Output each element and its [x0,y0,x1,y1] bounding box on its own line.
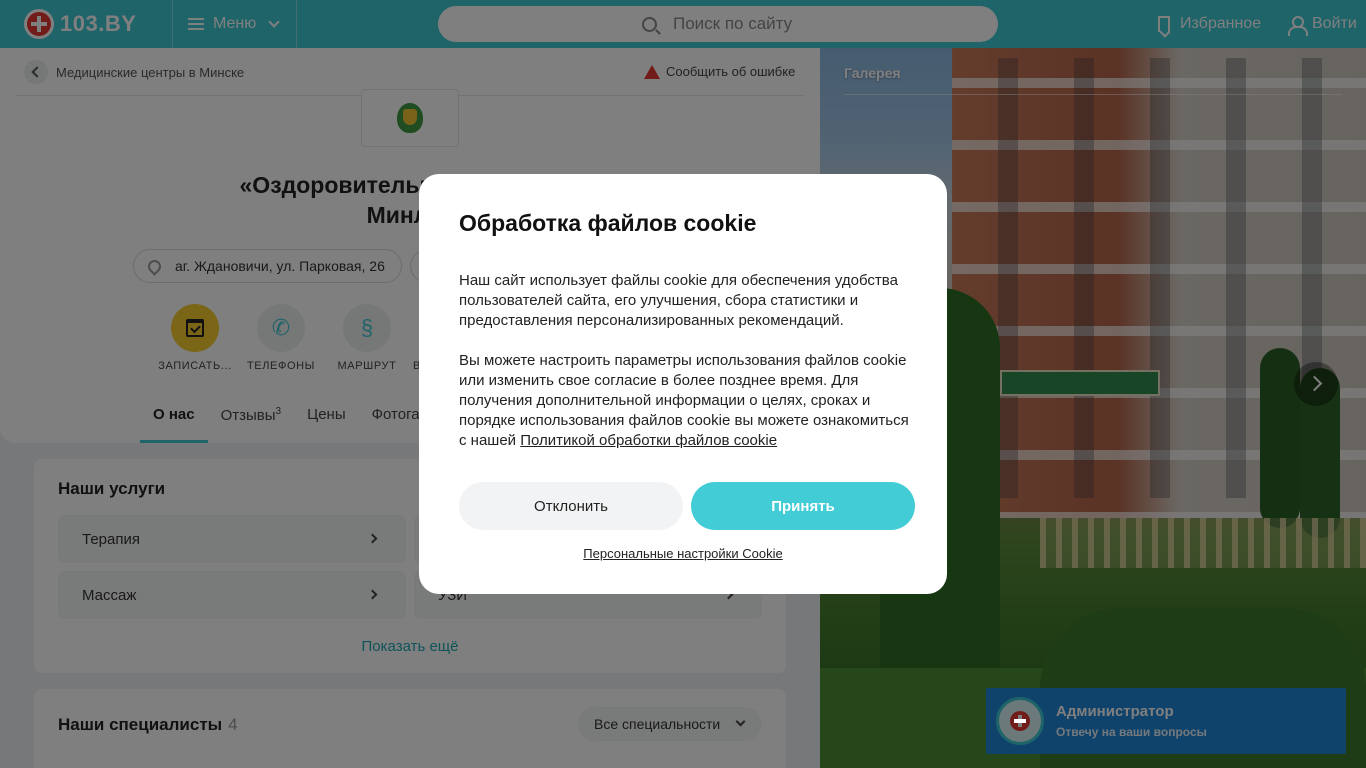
accept-button[interactable]: Принять [691,482,915,530]
dialog-paragraph: Вы можете настроить параметры использова… [459,351,919,451]
dialog-paragraph: Наш сайт использует файлы cookie для обе… [459,272,898,329]
dialog-body: Наш сайт использует файлы cookie для обе… [459,271,919,451]
cookie-settings-link[interactable]: Персональные настройки Cookie [419,546,947,561]
decline-button[interactable]: Отклонить [459,482,683,530]
cookie-policy-link[interactable]: Политикой обработки файлов cookie [520,432,777,449]
cookie-consent-dialog: Обработка файлов cookie Наш сайт использ… [419,174,947,594]
dialog-title: Обработка файлов cookie [459,210,757,236]
